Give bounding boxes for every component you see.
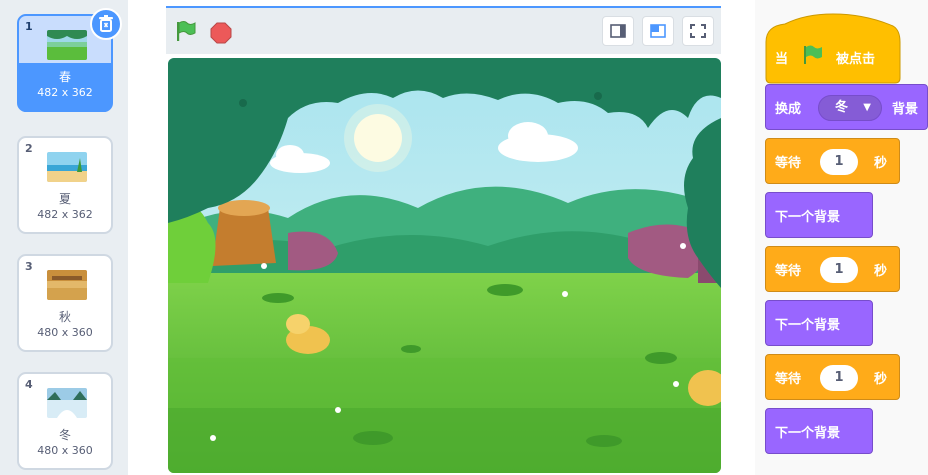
- backdrop-dropdown[interactable]: 冬 ▼: [818, 95, 882, 121]
- block-label: 背景: [892, 102, 919, 117]
- block-label: 秒: [874, 156, 888, 171]
- backdrop-list: 1 春 482 x 362 2 夏 482 x 362 3 秋 480 x 36: [0, 0, 128, 475]
- backdrop-thumbnail-summer: [47, 152, 87, 182]
- block-label: 等待: [775, 156, 802, 171]
- backdrop-item-3[interactable]: 3 秋 480 x 360: [17, 254, 113, 352]
- small-stage-icon: [610, 24, 626, 38]
- backdrop-name: 春: [58, 70, 71, 84]
- dropdown-value: 冬: [835, 100, 849, 115]
- backdrop-number: 2: [25, 142, 33, 155]
- block-label: 下一个背景: [775, 426, 841, 441]
- next-backdrop-block[interactable]: 下一个背景: [765, 408, 873, 454]
- green-flag-icon: [804, 45, 822, 64]
- large-stage-icon: [650, 24, 666, 38]
- backdrop-size: 482 x 362: [37, 208, 93, 221]
- stage-canvas[interactable]: [168, 58, 721, 473]
- block-label: 秒: [874, 372, 888, 387]
- trash-icon: [99, 15, 113, 32]
- backdrop-size: 482 x 362: [37, 86, 93, 99]
- block-label: 下一个背景: [775, 210, 841, 225]
- backdrop-thumbnail-spring: [47, 30, 87, 60]
- backdrop-name: 夏: [58, 192, 71, 206]
- backdrop-name: 秋: [58, 310, 71, 324]
- backdrop-number: 3: [25, 260, 33, 273]
- next-backdrop-block[interactable]: 下一个背景: [765, 192, 873, 238]
- backdrop-thumbnail-winter: [47, 388, 87, 418]
- backdrop-number: 4: [25, 378, 33, 391]
- block-label: 等待: [775, 264, 802, 279]
- wait-seconds-input[interactable]: 1: [820, 257, 858, 283]
- green-flag-icon[interactable]: [174, 20, 196, 42]
- wait-seconds-input[interactable]: 1: [820, 149, 858, 175]
- backdrop-size: 480 x 360: [37, 326, 93, 339]
- fullscreen-icon: [690, 24, 706, 38]
- block-label: 秒: [874, 264, 888, 279]
- wait-seconds-input[interactable]: 1: [820, 365, 858, 391]
- backdrop-thumbnail-autumn: [47, 270, 87, 300]
- backdrop-item-2[interactable]: 2 夏 482 x 362: [17, 136, 113, 234]
- stage-header: [166, 6, 721, 54]
- small-stage-button[interactable]: [602, 16, 634, 46]
- block-label: 下一个背景: [775, 318, 841, 333]
- backdrop-item-4[interactable]: 4 冬 480 x 360: [17, 372, 113, 470]
- backdrop-size: 480 x 360: [37, 444, 93, 457]
- chevron-down-icon: ▼: [863, 102, 871, 113]
- block-label: 换成: [775, 102, 802, 117]
- next-backdrop-block[interactable]: 下一个背景: [765, 300, 873, 346]
- backdrop-number: 1: [25, 20, 33, 33]
- block-label: 等待: [775, 372, 802, 387]
- backdrop-name: 冬: [58, 428, 71, 442]
- wait-block[interactable]: 等待 1 秒: [765, 246, 900, 292]
- large-stage-button[interactable]: [642, 16, 674, 46]
- hat-block-prefix: 当: [775, 52, 789, 67]
- delete-backdrop-button[interactable]: [90, 8, 122, 40]
- stop-icon[interactable]: [210, 22, 232, 44]
- fullscreen-button[interactable]: [682, 16, 714, 46]
- switch-backdrop-block[interactable]: 换成 冬 ▼ 背景: [765, 84, 928, 130]
- wait-block[interactable]: 等待 1 秒: [765, 354, 900, 400]
- wait-block[interactable]: 等待 1 秒: [765, 138, 900, 184]
- hat-block-suffix: 被点击: [836, 52, 876, 67]
